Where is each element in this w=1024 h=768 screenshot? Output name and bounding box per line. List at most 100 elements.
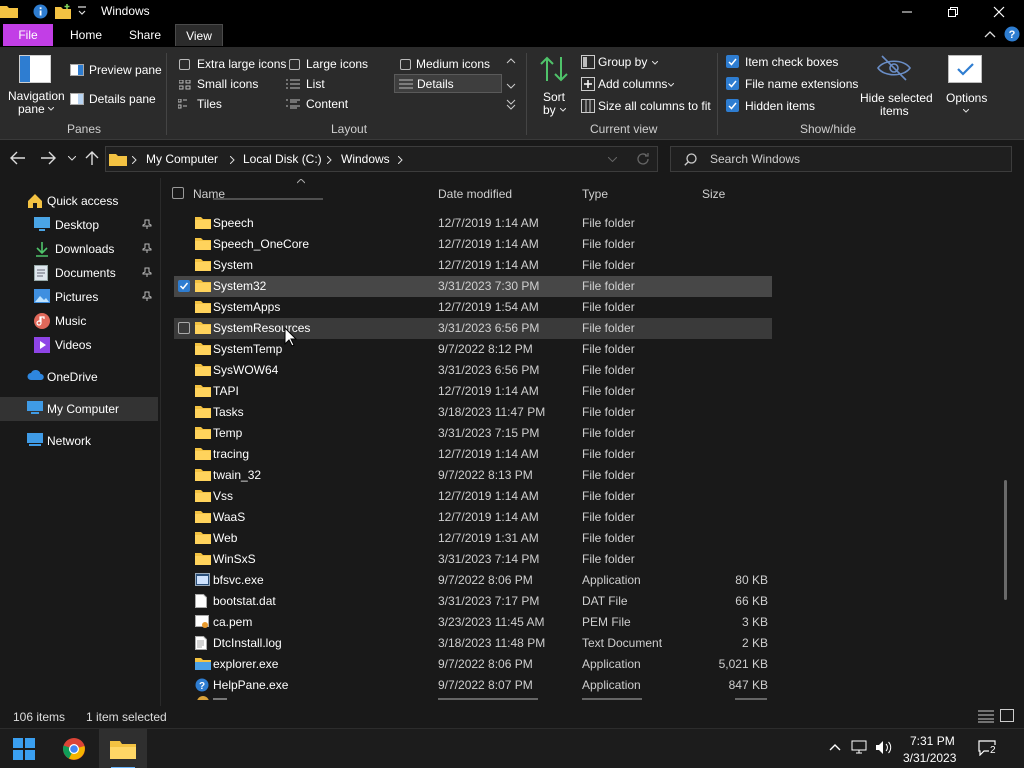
start-button[interactable] [0,729,48,768]
details-pane-button[interactable]: Details pane [68,90,160,110]
table-row[interactable]: ? HelpPane.exe 9/7/2022 8:07 PM Application… [174,675,772,696]
table-row[interactable]: twain_32 9/7/2022 8:13 PM File folder [174,465,772,486]
breadcrumb-local-disk[interactable]: Local Disk (C:) [243,152,322,166]
tab-share[interactable]: Share [119,24,171,46]
table-row[interactable]: System 12/7/2019 1:14 AM File folder [174,255,772,276]
tab-home[interactable]: Home [60,24,112,46]
preview-pane-button[interactable]: Preview pane [68,61,162,81]
new-folder-icon[interactable] [55,4,72,19]
layout-large-icons[interactable]: Large icons [284,55,390,73]
file-name-extensions-toggle[interactable]: File name extensions [724,75,858,93]
sort-by-button[interactable]: Sort by [534,53,574,117]
forward-arrow-icon[interactable] [40,151,56,165]
tab-file[interactable]: File [3,24,53,46]
back-arrow-icon[interactable] [10,151,26,165]
sidebar-item-network[interactable]: Network [0,429,158,453]
layout-extra-large-icons[interactable]: Extra large icons [174,55,286,73]
tab-view[interactable]: View [175,24,223,46]
help-icon[interactable]: ? [1004,26,1020,42]
row-checkbox-checked[interactable] [178,280,190,292]
table-row[interactable]: explorer.exe 9/7/2022 8:06 PM Application 5… [174,654,772,675]
table-row[interactable]: tracing 12/7/2019 1:14 AM File folder [174,444,772,465]
table-row[interactable]: TAPI 12/7/2019 1:14 AM File folder [174,381,772,402]
hide-selected-items-button[interactable]: Hide selected items [858,51,933,118]
layout-tiles[interactable]: Tiles [174,95,286,113]
layout-content[interactable]: Content [284,95,390,113]
show-hidden-icons-chevron[interactable] [829,743,841,751]
layout-details[interactable]: Details [394,74,502,93]
table-row[interactable]: SystemResources 3/31/2023 6:56 PM File fol… [174,318,772,339]
pin-icon[interactable] [142,291,152,301]
table-row[interactable]: Temp 3/31/2023 7:15 PM File folder [174,423,772,444]
add-columns-button[interactable]: Add columns [578,75,678,93]
quick-access-dropdown-icon[interactable] [77,6,87,16]
minimize-button[interactable] [884,0,930,23]
clock-time[interactable]: 7:31 PM [910,734,955,748]
table-row[interactable]: ca.pem 3/23/2023 11:45 AM PEM File 3 KB [174,612,772,633]
breadcrumb-my-computer[interactable]: My Computer [146,152,218,166]
maximize-button[interactable] [930,0,976,23]
table-row[interactable]: System32 3/31/2023 7:30 PM File folder [174,276,772,297]
table-row[interactable]: DtcInstall.log 3/18/2023 11:48 PM Text Doc… [174,633,772,654]
volume-icon[interactable] [875,740,892,755]
table-row[interactable]: Speech_OneCore 12/7/2019 1:14 AM File fold… [174,234,772,255]
up-arrow-icon[interactable] [85,150,99,166]
chrome-taskbar-button[interactable] [50,729,98,768]
address-history-icon[interactable] [608,157,617,162]
row-checkbox[interactable] [178,322,190,334]
layout-medium-icons[interactable]: Medium icons [394,55,502,73]
pane-divider[interactable] [160,178,161,706]
group-by-button[interactable]: Group by [578,53,662,71]
table-row[interactable]: Vss 12/7/2019 1:14 AM File folder [174,486,772,507]
properties-icon[interactable] [33,4,48,19]
address-bar[interactable]: My Computer Local Disk (C:) Windows [105,146,658,172]
sidebar-item-onedrive[interactable]: OneDrive [0,365,158,389]
large-icons-view-icon[interactable] [1000,709,1014,722]
pin-icon[interactable] [142,243,152,253]
clock-date[interactable]: 3/31/2023 [903,751,956,765]
vertical-scrollbar-thumb[interactable] [1004,480,1007,600]
options-button[interactable]: Options [940,51,994,117]
sidebar-item-documents[interactable]: Documents [0,261,158,285]
sidebar-item-videos[interactable]: Videos [0,333,158,357]
breadcrumb-windows[interactable]: Windows [341,152,390,166]
pin-icon[interactable] [142,219,152,229]
navigation-pane-button[interactable]: Navigation pane [6,49,66,116]
column-header-date[interactable]: Date modified [438,187,512,201]
layout-list[interactable]: List [284,75,390,93]
sidebar-item-downloads[interactable]: Downloads [0,237,158,261]
table-row[interactable]: SysWOW64 3/31/2023 6:56 PM File folder [174,360,772,381]
search-box[interactable]: Search Windows [670,146,1012,172]
pin-icon[interactable] [142,267,152,277]
column-header-type[interactable]: Type [582,187,608,201]
table-row[interactable]: Speech 12/7/2019 1:14 AM File folder [174,213,772,234]
close-button[interactable] [976,0,1022,23]
table-row[interactable]: WinSxS 3/31/2023 7:14 PM File folder [174,549,772,570]
sidebar-item-my-computer[interactable]: My Computer [0,397,158,421]
sidebar-item-pictures[interactable]: Pictures [0,285,158,309]
sidebar-item-music[interactable]: Music [0,309,158,333]
column-header-size[interactable]: Size [702,187,725,201]
refresh-icon[interactable] [636,152,650,166]
table-row[interactable]: bootstat.dat 3/31/2023 7:17 PM DAT File 66 … [174,591,772,612]
table-row[interactable]: SystemTemp 9/7/2022 8:12 PM File folder [174,339,772,360]
hidden-items-toggle[interactable]: Hidden items [724,97,858,115]
table-row[interactable]: bfsvc.exe 9/7/2022 8:06 PM Application 80 K… [174,570,772,591]
details-view-icon[interactable] [978,710,994,723]
table-row[interactable]: SystemApps 12/7/2019 1:54 AM File folder [174,297,772,318]
notification-center-button[interactable]: 2 [978,740,997,756]
table-row[interactable]: WaaS 12/7/2019 1:14 AM File folder [174,507,772,528]
layout-small-icons[interactable]: Small icons [174,75,286,93]
file-explorer-taskbar-button[interactable] [99,729,147,768]
collapse-ribbon-icon[interactable] [984,29,996,39]
table-row[interactable]: Web 12/7/2019 1:31 AM File folder [174,528,772,549]
recent-locations-icon[interactable] [68,156,76,161]
table-row[interactable]: Tasks 3/18/2023 11:47 PM File folder [174,402,772,423]
sidebar-item-quick-access[interactable]: Quick access [0,189,158,213]
size-all-columns-button[interactable]: Size all columns to fit [578,97,712,115]
sidebar-item-desktop[interactable]: Desktop [0,213,158,237]
layout-scroll[interactable] [504,53,518,113]
network-status-icon[interactable] [851,740,868,755]
item-check-boxes-toggle[interactable]: Item check boxes [724,53,858,71]
select-all-checkbox[interactable] [172,187,184,199]
